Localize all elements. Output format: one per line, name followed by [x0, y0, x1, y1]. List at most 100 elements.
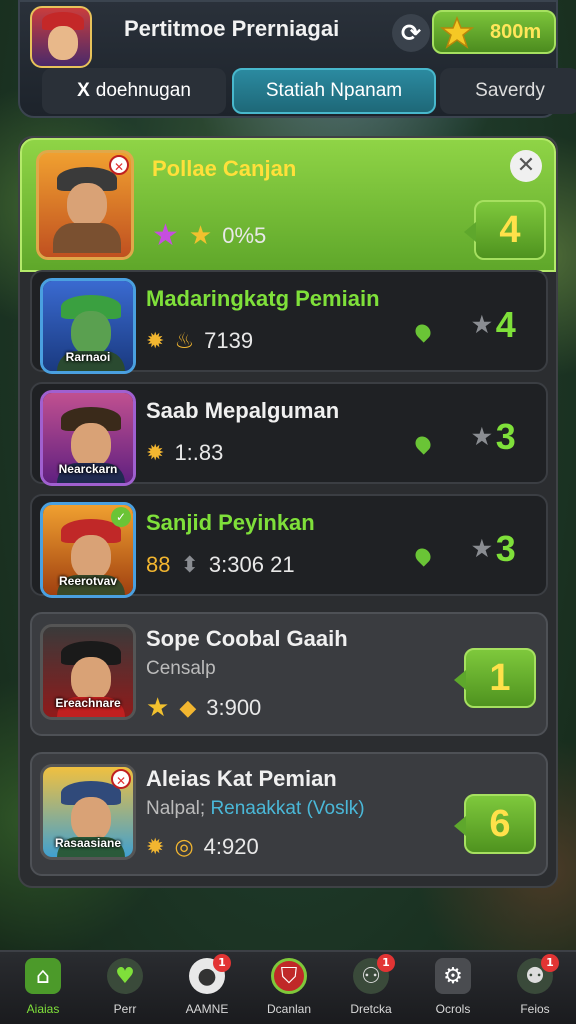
player-stats: ★ ◆ 3:900	[146, 692, 261, 723]
people-icon: ⚇ 1	[353, 954, 395, 994]
bottom-nav: ⌂ Aiaias ♥ Perr ● 1 AAMNE ⛉ Dcanlan ⚇ 1 …	[0, 950, 576, 1024]
nav-item-aamne[interactable]: ● 1 AAMNE	[166, 954, 248, 1022]
player-name: Sope Coobal Gaaih	[146, 626, 348, 651]
player-tag: Reerotvav	[58, 574, 118, 588]
gear-icon: ✹	[146, 328, 165, 353]
nav-item-ocrols[interactable]: ⚙ Ocrols	[412, 958, 494, 1022]
stat-value: 7139	[204, 328, 254, 353]
grey-star-icon: ★	[472, 312, 492, 337]
gear-icon: ✹	[146, 834, 165, 859]
player-tag: Rasaasiane	[54, 836, 122, 850]
nav-item-dcanlan[interactable]: ⛉ Dcanlan	[248, 958, 330, 1022]
player-portrait: ✕	[36, 150, 134, 260]
badge-icon: 88	[146, 552, 171, 577]
player-stats: ✹ 1:.83	[146, 440, 223, 466]
subtitle-prefix: Nalpal;	[146, 798, 206, 819]
close-icon[interactable]: ✕	[510, 150, 542, 182]
player-subtitle: Censalp	[146, 658, 216, 679]
featured-player-card[interactable]: ✕ Pollae Canjan ★ ★ 0%5 ✕ 4	[20, 138, 556, 272]
player-row[interactable]: Rarnaoi Madaringkatg Pemiain ✹ ♨ 7139 ★ …	[30, 270, 548, 374]
purple-star-icon: ★	[152, 219, 179, 252]
player-name: Madaringkatg Pemiain	[146, 286, 380, 311]
tab-bar: X doehnugan Statiah Npanam Saverdy	[42, 68, 576, 114]
heart-icon: ♥	[107, 958, 143, 994]
tab-label: doehnugan	[95, 80, 191, 101]
rank-value: ★ 3	[472, 528, 516, 570]
player-row[interactable]: Nearckarn Saab Mepalguman ✹ 1:.83 ★ 3	[30, 382, 548, 486]
ring-icon: ◎	[174, 834, 194, 859]
page-title: Pertitmoe Prerniagai	[124, 16, 340, 41]
player-tag: Nearckarn	[58, 462, 118, 476]
notification-badge: 1	[377, 954, 395, 972]
player-row[interactable]: ✓ Reerotvav Sanjid Peyinkan 88 ⬍ 3:306 2…	[30, 494, 548, 598]
arrow-icon: ⬍	[180, 552, 199, 577]
nav-label: Ocrols	[435, 1002, 471, 1016]
nav-label: Dcanlan	[266, 1002, 312, 1016]
nav-label: Aiaias	[26, 1002, 60, 1016]
rank-number: 3	[495, 416, 516, 457]
refresh-icon[interactable]: ⟳	[392, 14, 430, 52]
player-portrait: Rarnaoi	[40, 278, 136, 374]
coin-balance[interactable]: 800m	[432, 10, 556, 54]
player-name: Aleias Kat Pemian	[146, 766, 337, 791]
location-pin-icon	[412, 545, 434, 567]
featured-stats: ★ ★ 0%5	[152, 218, 266, 253]
stat-value: 3:900	[206, 694, 262, 720]
player-portrait: Nearckarn	[40, 390, 136, 486]
nav-label: AAMNE	[185, 1002, 229, 1016]
featured-player-name: Pollae Canjan	[152, 156, 297, 181]
nav-label: Perr	[113, 1002, 137, 1016]
location-pin-icon	[412, 321, 434, 343]
player-row[interactable]: ✕ Rasaasiane Aleias Kat Pemian Nalpal; R…	[30, 752, 548, 876]
nav-item-home[interactable]: ⌂ Aiaias	[2, 958, 84, 1022]
stat-value: 3:306 21	[208, 552, 295, 577]
flame-icon: ♨	[174, 328, 195, 353]
rank-value: ★ 4	[472, 304, 516, 346]
gear-icon: ✹	[146, 440, 165, 465]
subtitle-link[interactable]: Renaakkat (Voslk)	[210, 798, 364, 819]
gold-star-icon: ★	[146, 692, 170, 722]
rank-number: 3	[495, 528, 516, 569]
avatar-face	[48, 26, 78, 60]
game-icon: ● 1	[189, 954, 231, 994]
tab-label: Saverdy	[475, 80, 545, 101]
location-pin-icon	[412, 433, 434, 455]
tab-doehnugan[interactable]: X doehnugan	[42, 68, 226, 114]
nav-item-perr[interactable]: ♥ Perr	[84, 958, 166, 1022]
shield-icon: ⛉	[271, 958, 307, 994]
nav-item-feios[interactable]: ⚉ 1 Feios	[494, 954, 576, 1022]
player-avatar[interactable]	[30, 6, 92, 68]
player-tag: Rarnaoi	[65, 350, 111, 364]
tab-saverdy[interactable]: Saverdy	[440, 68, 576, 114]
nav-label: Dretcka	[350, 1002, 392, 1016]
player-tag: Ereachnare	[55, 696, 121, 710]
player-subtitle: Nalpal; Renaakkat (Voslk)	[146, 798, 365, 820]
controller-icon: ⚙	[435, 958, 471, 994]
player-stats: 88 ⬍ 3:306 21	[146, 552, 295, 578]
notification-badge: 1	[541, 954, 559, 972]
x-badge-icon: ✕	[111, 769, 131, 789]
x-badge-icon: ✕	[109, 155, 129, 175]
rank-badge: 1	[454, 648, 536, 708]
grey-star-icon: ★	[472, 424, 492, 449]
rank-badge: 6	[454, 794, 536, 854]
player-row[interactable]: Ereachnare Sope Coobal Gaaih Censalp ★ ◆…	[30, 612, 548, 736]
tab-label: Statiah Npanam	[265, 80, 403, 101]
top-header: Pertitmoe Prerniagai ⟳ 800m X doehnugan …	[18, 0, 576, 118]
nav-item-dretcka[interactable]: ⚇ 1 Dretcka	[330, 954, 412, 1022]
gold-star-icon: ★	[188, 220, 213, 250]
crown-coin-icon	[440, 16, 474, 49]
tab-statiah-npanam[interactable]: Statiah Npanam	[232, 68, 436, 114]
player-name: Saab Mepalguman	[146, 398, 340, 423]
featured-percent: 0%5	[222, 222, 267, 248]
notification-badge: 1	[213, 954, 231, 972]
player-list: ✕ Pollae Canjan ★ ★ 0%5 ✕ 4 Rarnaoi Mada…	[18, 136, 558, 888]
player-portrait: ✓ Reerotvav	[40, 502, 136, 598]
player-stats: ✹ ♨ 7139	[146, 328, 253, 354]
tab-prefix-icon: X	[77, 80, 90, 101]
player-name: Sanjid Peyinkan	[146, 510, 315, 535]
home-icon: ⌂	[25, 958, 61, 994]
player-portrait: ✕ Rasaasiane	[40, 764, 136, 860]
coin-amount: 800m	[490, 21, 542, 43]
nav-label: Feios	[520, 1002, 550, 1016]
